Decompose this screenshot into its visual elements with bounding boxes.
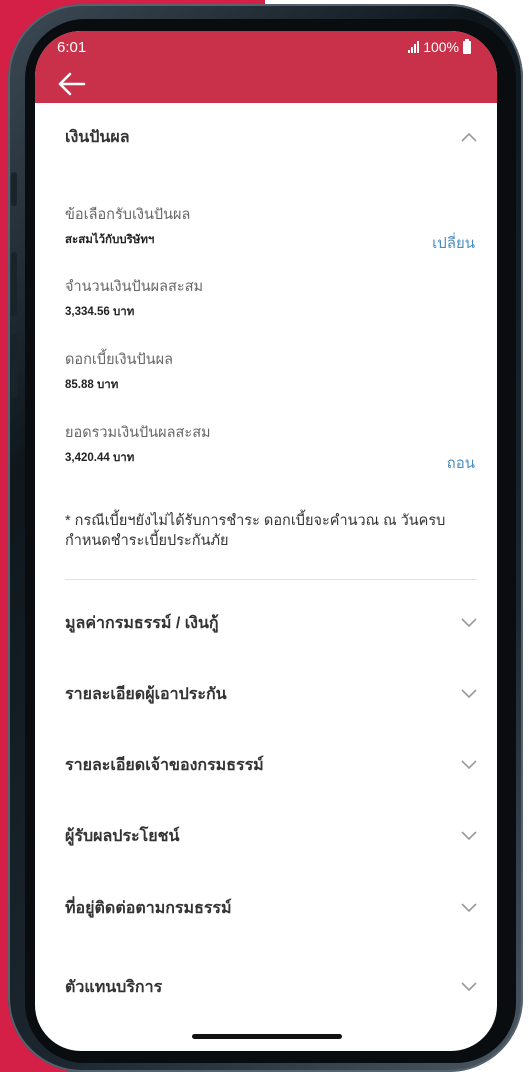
- section-title: ผู้รับผลประโยชน์: [65, 827, 180, 845]
- section-header-dividend[interactable]: เงินปันผล: [65, 117, 477, 157]
- field-dividend-interest: ดอกเบี้ยเงินปันผล 85.88 บาท: [65, 348, 477, 394]
- field-label: ยอดรวมเงินปันผลสะสม: [65, 425, 211, 441]
- side-button-volume-down: [11, 334, 17, 398]
- section-title: ตัวแทนบริการ: [65, 978, 163, 996]
- phone-screen: 6:01 100% เงินปันผล ข้อเลือกรับเงินปันผล…: [35, 31, 497, 1051]
- field-label: จำนวนเงินปันผลสะสม: [65, 279, 204, 295]
- field-label: ดอกเบี้ยเงินปันผล: [65, 352, 174, 368]
- side-button-volume-up: [11, 252, 17, 316]
- section-divider: [65, 579, 477, 580]
- chevron-down-icon: [461, 618, 477, 628]
- section-header-policy-value-loan[interactable]: มูลค่ากรมธรรม์ / เงินกู้: [65, 603, 477, 643]
- home-indicator[interactable]: [192, 1034, 342, 1039]
- status-time: 6:01: [57, 39, 87, 56]
- chevron-down-icon: [461, 903, 477, 913]
- field-value: 3,420.44 บาท: [65, 452, 135, 464]
- withdraw-link[interactable]: ถอน: [447, 451, 475, 475]
- field-value: 85.88 บาท: [65, 379, 119, 391]
- side-button-mute: [11, 172, 17, 206]
- section-title: รายละเอียดเจ้าของกรมธรรม์: [65, 756, 264, 774]
- section-title: มูลค่ากรมธรรม์ / เงินกู้: [65, 614, 219, 632]
- section-header-insured-details[interactable]: รายละเอียดผู้เอาประกัน: [65, 674, 477, 714]
- app-bar: 6:01 100%: [35, 31, 497, 103]
- signal-icon: [408, 41, 420, 53]
- chevron-down-icon: [461, 760, 477, 770]
- section-title: รายละเอียดผู้เอาประกัน: [65, 685, 227, 703]
- field-accumulated-dividend: จำนวนเงินปันผลสะสม 3,334.56 บาท: [65, 275, 477, 321]
- chevron-down-icon: [461, 689, 477, 699]
- section-header-beneficiary[interactable]: ผู้รับผลประโยชน์: [65, 816, 477, 856]
- chevron-up-icon: [461, 132, 477, 142]
- chevron-down-icon: [461, 982, 477, 992]
- field-value: 3,334.56 บาท: [65, 306, 135, 318]
- field-dividend-option: ข้อเลือกรับเงินปันผล สะสมไว้กับบริษัทฯ: [65, 203, 477, 249]
- battery-icon: [463, 38, 471, 54]
- stage: 6:01 100% เงินปันผล ข้อเลือกรับเงินปันผล…: [0, 0, 529, 1072]
- field-total-accumulated-dividend: ยอดรวมเงินปันผลสะสม 3,420.44 บาท: [65, 421, 477, 467]
- interest-note: * กรณีเบี้ยฯยังไม่ได้รับการชำระ ดอกเบี้ย…: [65, 513, 446, 549]
- status-indicators: 100%: [408, 38, 471, 55]
- section-header-policy-owner-details[interactable]: รายละเอียดเจ้าของกรมธรรม์: [65, 745, 477, 785]
- field-label: ข้อเลือกรับเงินปันผล: [65, 207, 191, 223]
- chevron-down-icon: [461, 831, 477, 841]
- section-header-contact-address[interactable]: ที่อยู่ติดต่อตามกรมธรรม์: [65, 888, 477, 928]
- section-header-service-agent[interactable]: ตัวแทนบริการ: [65, 967, 477, 1007]
- battery-percentage: 100%: [423, 39, 459, 55]
- back-arrow-icon[interactable]: [57, 71, 87, 97]
- change-option-link[interactable]: เปลี่ยน: [432, 231, 475, 255]
- section-title: ที่อยู่ติดต่อตามกรมธรรม์: [65, 899, 232, 917]
- field-value: สะสมไว้กับบริษัทฯ: [65, 234, 155, 246]
- section-title: เงินปันผล: [65, 128, 130, 146]
